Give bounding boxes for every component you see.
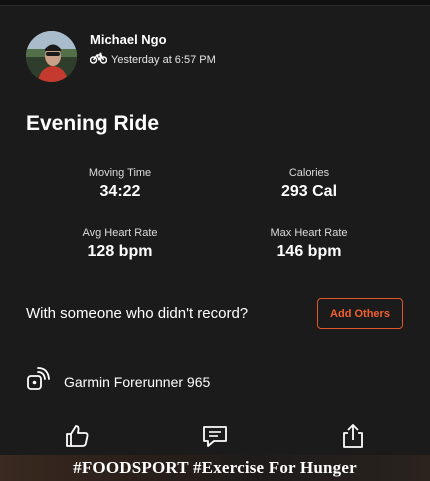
stat-calories: Calories 293 Cal bbox=[229, 167, 389, 201]
caption-text: #FOODSPORT #Exercise For Hunger bbox=[73, 458, 357, 477]
stat-value: 34:22 bbox=[99, 183, 141, 200]
stat-value: 128 bpm bbox=[87, 243, 153, 260]
stat-label: Avg Heart Rate bbox=[82, 227, 158, 239]
activity-title[interactable]: Evening Ride bbox=[26, 112, 159, 136]
stat-moving-time: Moving Time 34:22 bbox=[40, 167, 200, 201]
device-row[interactable]: Garmin Forerunner 965 bbox=[26, 367, 210, 396]
stat-value: 293 Cal bbox=[280, 183, 338, 200]
athlete-name[interactable]: Michael Ngo bbox=[90, 32, 167, 47]
device-name: Garmin Forerunner 965 bbox=[64, 373, 211, 390]
stat-avg-heart-rate: Avg Heart Rate 128 bpm bbox=[40, 227, 200, 261]
group-prompt: With someone who didn't record? bbox=[26, 305, 249, 322]
stat-label: Moving Time bbox=[88, 167, 152, 179]
thumbs-up-icon bbox=[64, 423, 90, 454]
device-sync-icon bbox=[26, 367, 50, 396]
top-divider bbox=[0, 0, 430, 6]
stat-value: 146 bpm bbox=[276, 243, 342, 260]
activity-meta: Yesterday at 6:57 PM bbox=[89, 52, 216, 67]
bike-icon bbox=[89, 52, 108, 67]
like-button[interactable] bbox=[64, 423, 90, 454]
share-button[interactable] bbox=[340, 423, 366, 454]
stat-label: Max Heart Rate bbox=[270, 227, 348, 239]
stat-label: Calories bbox=[288, 167, 330, 179]
stat-max-heart-rate: Max Heart Rate 146 bpm bbox=[229, 227, 389, 261]
activity-timestamp: Yesterday at 6:57 PM bbox=[111, 53, 216, 66]
share-icon bbox=[340, 423, 366, 454]
comment-button[interactable] bbox=[202, 425, 228, 451]
add-others-button[interactable]: Add Others bbox=[317, 298, 403, 329]
comment-icon bbox=[202, 423, 228, 454]
avatar[interactable] bbox=[26, 31, 77, 82]
